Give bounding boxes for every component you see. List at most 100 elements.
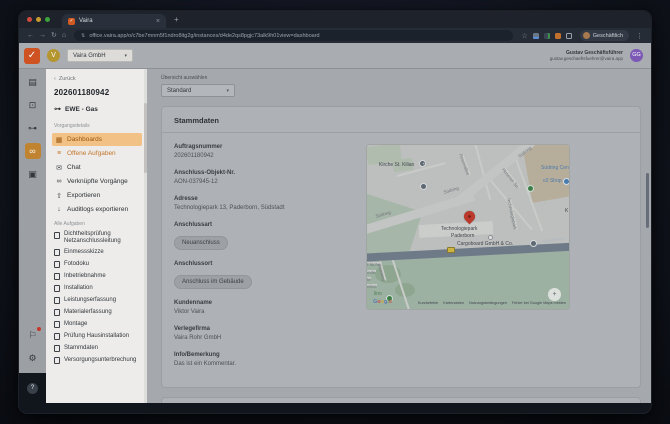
- sidebar-task-item[interactable]: Dichtheitsprüfung Netzanschlussleitung: [54, 231, 140, 244]
- church-poi[interactable]: +: [419, 160, 426, 167]
- window-zoom-button[interactable]: [45, 17, 50, 22]
- projects-icon[interactable]: ▤: [25, 74, 41, 90]
- field-row: Kundenname Viktor Vaira: [174, 300, 358, 315]
- browser-window: ✓ Vaira × + ← → ↻ ⌂ ⇅ office.vaira.app/o…: [18, 10, 652, 414]
- sidebar-task-item[interactable]: Prüfung Hausinstallation: [54, 333, 140, 341]
- sidebar-item-offene-aufgaben[interactable]: ≡ Offene Aufgaben: [52, 147, 142, 160]
- map[interactable]: Kirche St. KilianSüdringSüdring Centero2…: [366, 144, 570, 310]
- org-avatar[interactable]: V: [47, 49, 60, 62]
- workflow-icon: ⊶: [54, 105, 61, 113]
- map-pan-control[interactable]: +: [548, 288, 561, 301]
- overview-select[interactable]: Standard ▾: [161, 84, 235, 97]
- o2-poi[interactable]: [563, 178, 570, 185]
- extension-icon[interactable]: [544, 33, 550, 39]
- settings-icon[interactable]: ⚙: [25, 350, 41, 366]
- project-link[interactable]: ⊶ EWE - Gas: [54, 105, 140, 113]
- back-button[interactable]: ←: [27, 31, 34, 40]
- chevron-left-icon: ‹: [54, 76, 56, 82]
- page-scrollbar-thumb[interactable]: [646, 173, 649, 228]
- map-label: Fläche: [367, 262, 381, 264]
- profile-label: Geschäftlich: [593, 33, 623, 39]
- sidebar-menu: ▦ Dashboards ≡ Offene Aufgaben ✉ C: [54, 133, 140, 216]
- sidebar-item-exportieren[interactable]: ⇧ Exportieren: [52, 189, 142, 202]
- browser-address-bar: ← → ↻ ⌂ ⇅ office.vaira.app/o/c7be7mnm5f1…: [19, 28, 651, 43]
- document-icon: [54, 297, 60, 304]
- sidebar-item-dashboards[interactable]: ▦ Dashboards: [52, 133, 142, 146]
- workflows-icon[interactable]: ⊶: [25, 120, 41, 136]
- stammdaten-card: Stammdaten Auftragsnummer 202601180942: [161, 106, 641, 388]
- document-icon: [54, 321, 60, 328]
- vaira-logo[interactable]: ✓: [24, 48, 40, 64]
- announcements-icon[interactable]: ⚐: [25, 327, 41, 343]
- sidebar-task-item[interactable]: Leistungserfassung: [54, 297, 140, 305]
- browser-tab-bar: ✓ Vaira × +: [19, 11, 651, 28]
- extension-icon[interactable]: [555, 33, 561, 39]
- extension-icon[interactable]: [566, 33, 572, 39]
- fields-and-map: Auftragsnummer 202601180942 Anschluss-Ob…: [174, 144, 628, 378]
- field-row: Anschluss-Objekt-Nr. AON-037945-12: [174, 170, 358, 185]
- sidebar-task-item[interactable]: Stammdaten: [54, 345, 140, 353]
- map-label: o2 Shop: [543, 179, 562, 184]
- sidebar-task-item[interactable]: Materialerfassung: [54, 309, 140, 317]
- tab-close-icon[interactable]: ×: [156, 18, 160, 25]
- map-attribution-link[interactable]: Nutzungsbedingungen: [469, 301, 507, 305]
- browser-profile-chip[interactable]: Geschäftlich: [580, 30, 629, 41]
- document-icon: [54, 333, 60, 340]
- sidebar-item-auditlogs-exportieren[interactable]: ↓ Auditlogs exportieren: [52, 203, 142, 216]
- url-text: office.vaira.app/o/c7be7mnm5f1ndro8itg2g…: [89, 33, 319, 39]
- sidebar-task-item[interactable]: Montage: [54, 321, 140, 329]
- pipelines-icon[interactable]: ∞: [25, 143, 41, 159]
- map-attribution-link[interactable]: Kartendaten: [443, 301, 464, 305]
- case-sidebar: ‹ Zurück 202601180942 ⊶ EWE - Gas Vorgan…: [46, 69, 147, 403]
- technologiepark-poi[interactable]: [488, 235, 493, 240]
- section-label-alle-aufgaben: Alle Aufgaben: [54, 221, 140, 227]
- window-close-button[interactable]: [27, 17, 32, 22]
- sidebar-task-item[interactable]: Installation: [54, 285, 140, 293]
- bookmark-star-icon[interactable]: ☆: [521, 32, 527, 40]
- map-label: K: [565, 209, 568, 214]
- org-select[interactable]: Vaira GmbH ▾: [67, 49, 133, 62]
- cargoboard-poi[interactable]: [530, 240, 537, 247]
- case-id: 202601180942: [54, 88, 140, 97]
- map-attribution-link[interactable]: Kurzbefehle: [418, 301, 438, 305]
- map-label: Südring Center: [541, 166, 570, 171]
- extension-icon[interactable]: [533, 33, 539, 39]
- url-input[interactable]: ⇅ office.vaira.app/o/c7be7mnm5f1ndro8itg…: [74, 30, 513, 41]
- anhaenge-card: Anhänge Bestandspläne: [161, 397, 641, 403]
- sidebar-item-verknuepfte-vorgaenge[interactable]: ∞ Verknüpfte Vorgänge: [52, 175, 142, 188]
- browser-tab[interactable]: ✓ Vaira ×: [62, 14, 166, 28]
- sidebar-task-item[interactable]: Versorgungsunterbrechung: [54, 357, 140, 365]
- back-link[interactable]: ‹ Zurück: [54, 76, 140, 82]
- shop-poi[interactable]: [527, 185, 534, 192]
- sidebar-task-item[interactable]: Fotodoku: [54, 261, 140, 269]
- main-content: Übersicht auswählen Standard ▾ Stammdate…: [147, 69, 651, 403]
- home-button[interactable]: ⌂: [62, 31, 66, 40]
- user-email: gustav.geschaeftsfuehrer@vaira.app: [550, 56, 623, 62]
- site-settings-icon[interactable]: ⇅: [81, 33, 85, 39]
- window-minimize-button[interactable]: [36, 17, 41, 22]
- new-tab-button[interactable]: +: [174, 15, 179, 24]
- sidebar-task-item[interactable]: Inbetriebnahme: [54, 273, 140, 281]
- profile-avatar: [583, 32, 590, 39]
- forms-icon[interactable]: ⊡: [25, 97, 41, 113]
- google-logo[interactable]: Google: [373, 299, 392, 305]
- field-row: Auftragsnummer 202601180942: [174, 144, 358, 159]
- help-button[interactable]: ?: [27, 383, 38, 394]
- map-label: te: [367, 277, 371, 279]
- map-label: Technologiepark: [441, 227, 477, 232]
- forward-button[interactable]: →: [39, 31, 46, 40]
- sidebar-task-item[interactable]: Einmessskizze: [54, 249, 140, 257]
- contacts-icon[interactable]: ▣: [25, 166, 41, 182]
- document-icon: [54, 357, 60, 364]
- divider: [162, 132, 640, 133]
- user-info: Gustav Geschäftsführer gustav.geschaefts…: [550, 50, 623, 62]
- place-poi[interactable]: [420, 183, 427, 190]
- document-icon: [54, 232, 60, 239]
- sidebar-item-chat[interactable]: ✉ Chat: [52, 161, 142, 174]
- map-attribution-link[interactable]: Fehler bei Google Maps melden: [512, 301, 566, 305]
- field-row: Info/Bemerkung Das ist ein Kommentar.: [174, 352, 358, 367]
- user-avatar[interactable]: GG: [630, 49, 643, 62]
- browser-menu-icon[interactable]: ⋮: [636, 32, 643, 40]
- reload-button[interactable]: ↻: [51, 31, 57, 40]
- app-top-bar: ✓ V Vaira GmbH ▾ Gustav Geschäftsführer …: [19, 43, 651, 69]
